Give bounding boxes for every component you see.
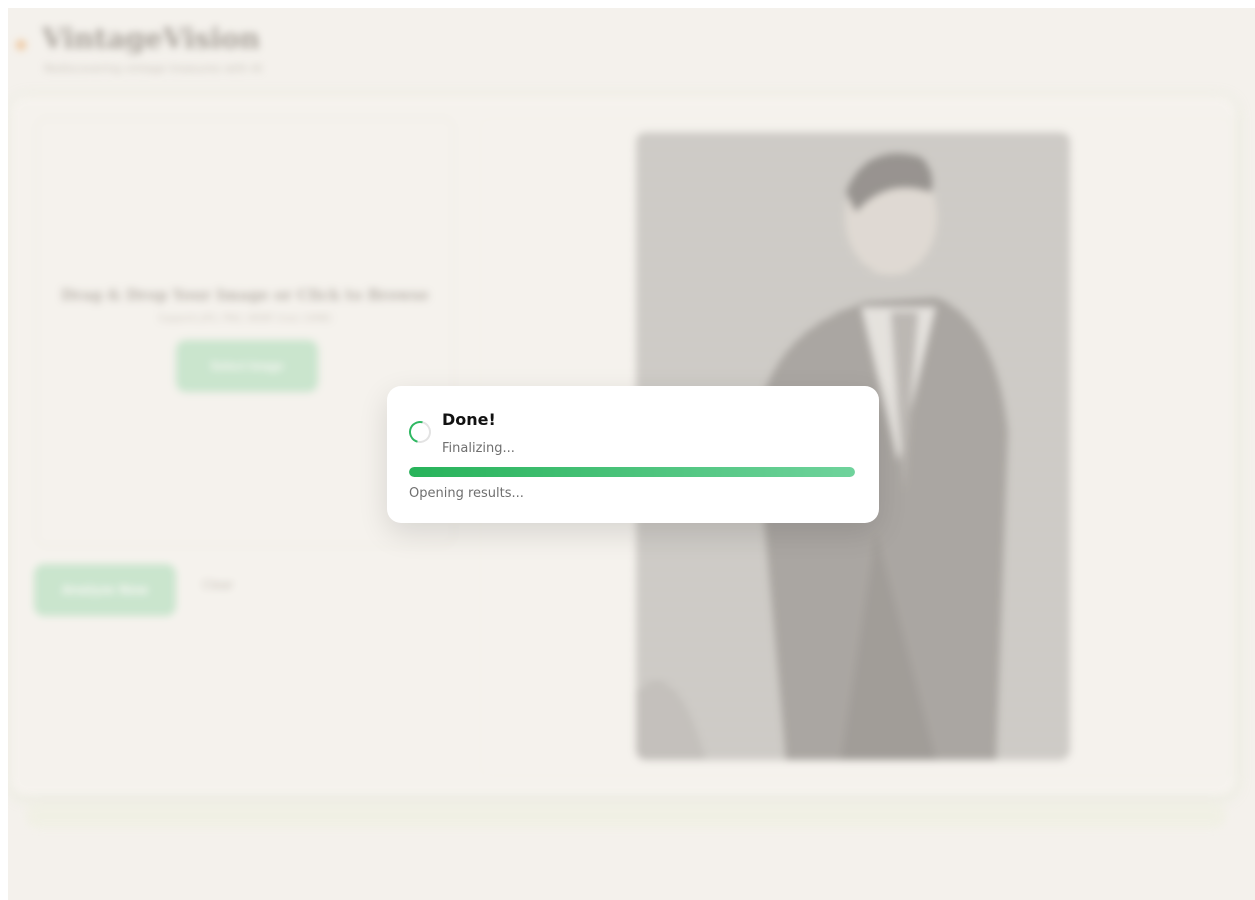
progress-bar [409, 467, 855, 477]
brand-title: VintageVision [42, 22, 260, 55]
card-shadow [26, 804, 1226, 828]
brand-tagline: Rediscovering vintage treasures with AI [44, 62, 263, 75]
dialog-status: Opening results... [409, 486, 524, 501]
dialog-subtitle: Finalizing... [442, 441, 515, 456]
upload-title: Drag & Drop Your Image or Click to Brows… [61, 286, 429, 304]
dialog-title: Done! [442, 410, 496, 429]
app-viewport: VintageVision Rediscovering vintage trea… [8, 8, 1255, 900]
clear-button[interactable]: Clear [202, 578, 233, 592]
progress-fill [409, 467, 855, 477]
select-image-button[interactable]: Select Image [176, 340, 318, 392]
progress-dialog: Done! Finalizing... Opening results... [387, 386, 879, 523]
logo-dot-icon [16, 40, 26, 50]
upload-hint: Supports JPG, PNG, WEBP (max 10MB) [158, 314, 332, 324]
spinner-icon [404, 416, 436, 448]
analyze-now-button[interactable]: Analyze Now [34, 564, 176, 616]
